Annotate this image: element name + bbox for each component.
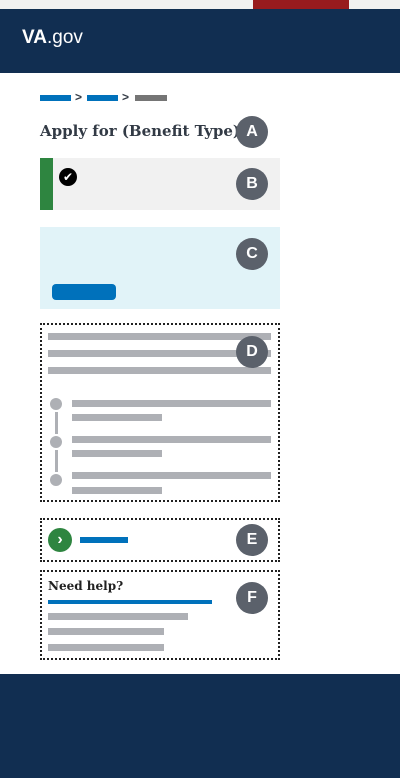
breadcrumb-separator: > (75, 90, 83, 104)
placeholder-line (48, 644, 164, 651)
marker-a: A (236, 116, 268, 148)
placeholder-line (48, 367, 271, 374)
breadcrumb-current (135, 95, 167, 101)
step-line (72, 472, 271, 479)
breadcrumb-link-2[interactable] (87, 95, 118, 101)
placeholder-line (48, 628, 164, 635)
success-alert-bar (40, 158, 53, 210)
primary-action-button[interactable] (52, 284, 116, 300)
step-line (72, 400, 271, 407)
check-circle-icon: ✔ (59, 168, 77, 186)
page-title: Apply for (Benefit Type) (40, 122, 241, 140)
chevron-right-circle-icon[interactable]: › (48, 528, 72, 552)
step-dot (50, 474, 62, 486)
need-help-rule (48, 600, 212, 604)
marker-e: E (236, 524, 268, 556)
step-dot (50, 436, 62, 448)
site-footer (0, 674, 400, 778)
marker-d: D (236, 336, 268, 368)
breadcrumb-separator: > (122, 90, 130, 104)
placeholder-line (48, 333, 271, 340)
site-header: VA.gov (0, 9, 400, 73)
breadcrumb-link-1[interactable] (40, 95, 71, 101)
action-link[interactable] (80, 537, 128, 543)
marker-b: B (236, 168, 268, 200)
step-line (72, 436, 271, 443)
step-connector (55, 412, 58, 434)
need-help-title: Need help? (48, 579, 124, 593)
marker-f: F (236, 582, 268, 614)
step-line (72, 450, 162, 457)
step-connector (55, 450, 58, 472)
marker-c: C (236, 238, 268, 270)
step-line (72, 487, 162, 494)
step-line (72, 414, 162, 421)
step-dot (50, 398, 62, 410)
placeholder-line (48, 613, 188, 620)
va-logo[interactable]: VA.gov (22, 27, 83, 49)
